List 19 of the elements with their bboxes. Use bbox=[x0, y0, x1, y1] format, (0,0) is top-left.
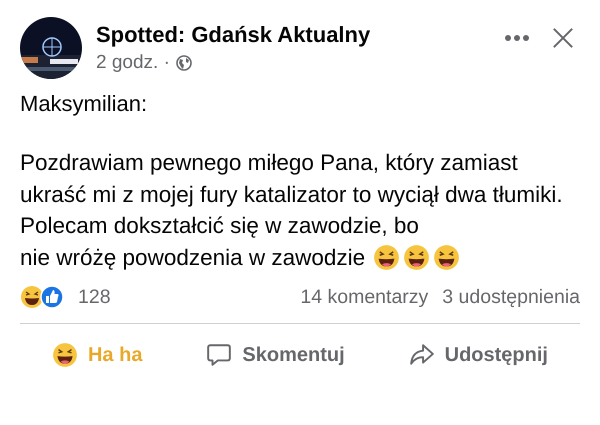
laughing-emoji-icon bbox=[403, 244, 430, 270]
comment-count[interactable]: 14 komentarzy bbox=[300, 286, 428, 308]
post-text: nie wróżę powodzenia w zawodzie bbox=[20, 244, 366, 270]
speech-bubble-icon bbox=[206, 342, 232, 368]
globe-icon bbox=[176, 55, 192, 71]
post-time: 2 godz. · bbox=[96, 52, 170, 74]
laughing-emoji-icon bbox=[373, 244, 400, 270]
reaction-count[interactable]: 128 bbox=[78, 286, 111, 308]
action-button[interactable]: Udostępnij bbox=[400, 338, 556, 372]
page-name[interactable]: Spotted: Gdańsk Aktualny bbox=[96, 22, 504, 48]
close-icon[interactable] bbox=[552, 27, 574, 49]
laughing-emoji-icon bbox=[20, 285, 44, 309]
laughing-emoji-icon bbox=[433, 244, 460, 270]
more-icon[interactable] bbox=[504, 34, 530, 42]
thumbs-up-icon bbox=[40, 285, 64, 309]
share-count[interactable]: 3 udostępnienia bbox=[442, 286, 580, 308]
action-button[interactable]: Skomentuj bbox=[198, 338, 353, 372]
laughing-emoji-icon bbox=[52, 342, 78, 368]
author-name: Maksymilian: bbox=[20, 91, 148, 117]
